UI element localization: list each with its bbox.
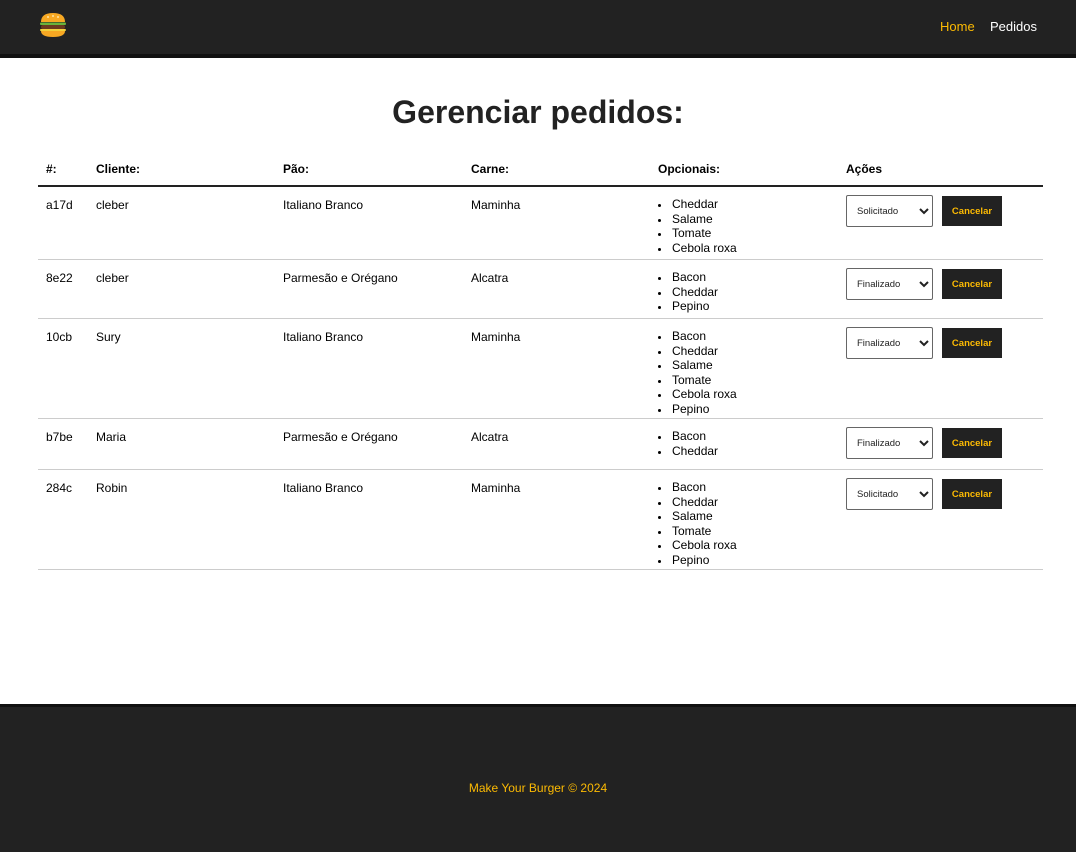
opcional-item: Cheddar <box>658 344 737 360</box>
opcional-item: Pepino <box>658 402 737 418</box>
opcional-item: Tomate <box>658 226 737 242</box>
header-carne: Carne: <box>471 162 510 176</box>
opcional-item: Bacon <box>658 270 718 286</box>
nav-link-pedidos[interactable]: Pedidos <box>990 19 1037 34</box>
cancel-button[interactable]: Cancelar <box>942 269 1002 299</box>
order-id: a17d <box>46 198 73 212</box>
order-id: 10cb <box>46 330 73 344</box>
table-row: 284c Robin Italiano Branco Maminha BaconChed… <box>38 470 1043 570</box>
opcional-item: Cheddar <box>658 444 718 460</box>
opcional-item: Cheddar <box>658 285 718 301</box>
table-header: #: Cliente: Pão: Carne: Opcionais: Ações <box>38 152 1043 187</box>
opcional-item: Cebola roxa <box>658 387 737 403</box>
opcional-item: Cebola roxa <box>658 538 737 554</box>
header-acoes: Ações <box>846 162 883 176</box>
opcional-item: Tomate <box>658 524 737 540</box>
opcional-item: Tomate <box>658 373 737 389</box>
opcional-item: Salame <box>658 212 737 228</box>
cancel-button[interactable]: Cancelar <box>942 196 1002 226</box>
opcional-item: Bacon <box>658 329 737 345</box>
header-opcionais: Opcionais: <box>658 162 721 176</box>
opcionais-list: BaconCheddar <box>658 429 718 460</box>
opcionais-list: BaconCheddarSalameTomateCebola roxaPepin… <box>658 329 737 418</box>
header-pao: Pão: <box>283 162 310 176</box>
status-select[interactable]: SolicitadoFinalizado <box>846 268 933 300</box>
opcional-item: Salame <box>658 509 737 525</box>
order-carne: Maminha <box>471 481 521 495</box>
opcional-item: Cheddar <box>658 495 737 511</box>
cancel-button[interactable]: Cancelar <box>942 479 1002 509</box>
order-id: b7be <box>46 430 73 444</box>
order-pao: Parmesão e Orégano <box>283 430 398 444</box>
status-select[interactable]: SolicitadoFinalizado <box>846 327 933 359</box>
order-cliente: Robin <box>96 481 128 495</box>
opcional-item: Pepino <box>658 299 718 315</box>
order-pao: Italiano Branco <box>283 330 364 344</box>
order-pao: Italiano Branco <box>283 198 364 212</box>
opcional-item: Cebola roxa <box>658 241 737 257</box>
order-id: 284c <box>46 481 73 495</box>
order-carne: Maminha <box>471 198 521 212</box>
opcional-item: Bacon <box>658 480 737 496</box>
opcionais-list: BaconCheddarPepino <box>658 270 718 315</box>
order-pao: Parmesão e Orégano <box>283 271 398 285</box>
order-pao: Italiano Branco <box>283 481 364 495</box>
order-carne: Alcatra <box>471 271 509 285</box>
table-row: b7beMariaParmesão e OréganoAlcatraBaconC… <box>38 419 1043 470</box>
cancel-button[interactable]: Cancelar <box>942 428 1002 458</box>
navbar: Home Pedidos <box>0 0 1076 58</box>
footer-text: Make Your Burger © 2024 <box>468 781 608 795</box>
order-cliente: Sury <box>96 330 121 344</box>
header-cliente: Cliente: <box>96 162 141 176</box>
opcional-item: Bacon <box>658 429 718 445</box>
nav-link-home[interactable]: Home <box>940 19 975 34</box>
orders-table: #: Cliente: Pão: Carne: Opcionais: Ações… <box>38 152 1043 570</box>
burger-icon <box>40 13 66 37</box>
page-title: Gerenciar pedidos: <box>392 94 684 130</box>
opcionais-list: CheddarSalameTomateCebola roxa <box>658 197 737 257</box>
order-cliente: Maria <box>96 430 127 444</box>
table-row: a17dcleberItaliano BrancoMaminhaCheddarS… <box>38 187 1043 260</box>
footer: Make Your Burger © 2024 <box>0 704 1076 852</box>
opcional-item: Pepino <box>658 553 737 569</box>
cancel-button[interactable]: Cancelar <box>942 328 1002 358</box>
order-carne: Maminha <box>471 330 521 344</box>
order-cliente: cleber <box>96 271 129 285</box>
logo-link[interactable] <box>38 10 68 40</box>
opcionais-list: BaconCheddarSalameTomateCebola roxaPepin… <box>658 480 737 569</box>
opcional-item: Salame <box>658 358 737 374</box>
table-row: 10cb Sury Italiano Branco Maminha BaconChedd… <box>38 319 1043 419</box>
order-id: 8e22 <box>46 271 73 285</box>
order-carne: Alcatra <box>471 430 509 444</box>
header-id: #: <box>46 162 57 176</box>
table-body: a17dcleberItaliano BrancoMaminhaCheddarS… <box>38 187 1043 570</box>
status-select[interactable]: SolicitadoFinalizado <box>846 195 933 227</box>
table-row: 8e22 cleber Parmesão e Orégano Alcatra Bacon… <box>38 260 1043 319</box>
status-select[interactable]: SolicitadoFinalizado <box>846 478 933 510</box>
order-cliente: cleber <box>96 198 129 212</box>
status-select[interactable]: SolicitadoFinalizado <box>846 427 933 459</box>
opcional-item: Cheddar <box>658 197 737 213</box>
